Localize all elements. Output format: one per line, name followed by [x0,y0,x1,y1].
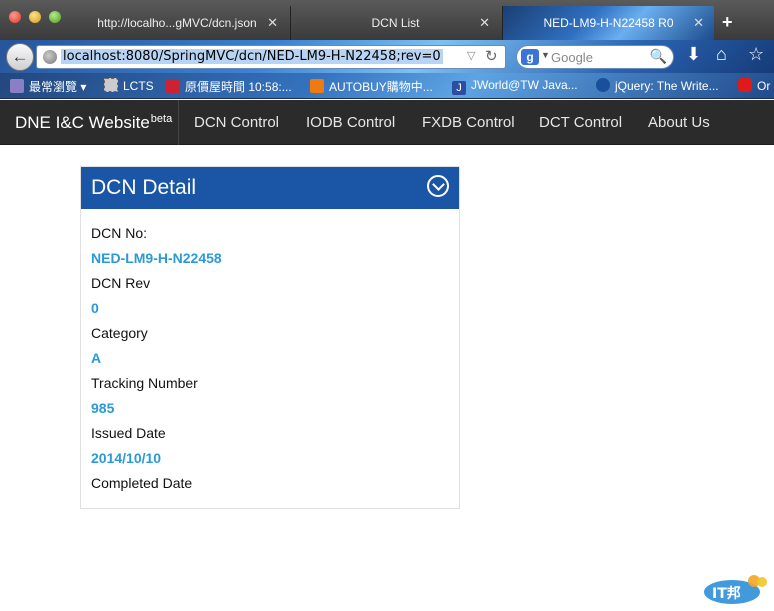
bookmark-most-visited[interactable]: 最常瀏覽 ▾ [10,78,86,95]
page-icon [104,78,118,92]
tab-close-icon[interactable]: ✕ [479,15,490,31]
close-window-icon[interactable] [9,11,21,23]
completed-date-label: Completed Date [91,475,193,491]
bookmark-lcts[interactable]: LCTS [104,78,154,93]
browser-navbar: ← localhost:8080/SpringMVC/dcn/NED-LM9-H… [0,40,774,73]
browser-tab-dcn-detail[interactable]: NED-LM9-H-N22458 R0 ✕ [502,6,714,40]
back-button[interactable]: ← [6,43,34,71]
home-icon[interactable]: ⌂ [716,44,727,65]
tab-close-icon[interactable]: ✕ [267,15,278,31]
reload-icon[interactable]: ↻ [485,47,498,65]
tracking-number-label: Tracking Number [91,375,198,391]
bookmark-jworld[interactable]: J JWorld@TW Java... [452,78,578,95]
tracking-number-value: 985 [91,400,115,416]
nav-dcn-control[interactable]: DCN Control [194,114,279,131]
search-input[interactable]: Google [551,50,593,65]
zoom-window-icon[interactable] [49,11,61,23]
search-engine-dropdown-icon[interactable]: ▼ [541,50,550,60]
bookmark-autobuy[interactable]: AUTOBUY購物中... [310,78,433,95]
folder-icon [10,79,24,93]
bookmarks-bar: 最常瀏覽 ▾ LCTS 原價屋時間 10:58:... AUTOBUY購物中..… [0,73,774,99]
j-icon: J [452,81,466,95]
search-icon[interactable]: 🔍 [650,48,667,65]
category-value: A [91,350,102,366]
globe-icon [43,50,57,64]
tab-label: http://localho...gMVC/dcn.json [97,16,257,30]
panel-heading: DCN Detail [81,167,459,209]
dcn-rev-label: DCN Rev [91,275,151,291]
dcn-rev-value: 0 [91,300,99,316]
new-tab-button[interactable]: + [722,12,733,33]
nav-dct-control[interactable]: DCT Control [539,114,622,131]
issued-date-label: Issued Date [91,425,166,441]
store-icon [166,79,180,93]
brand-beta-tag: beta [150,113,173,125]
chevron-down-icon[interactable] [427,175,449,197]
bookmark-store[interactable]: 原價屋時間 10:58:... [166,78,292,95]
nav-fxdb-control[interactable]: FXDB Control [422,114,515,131]
autobuy-icon [310,79,324,93]
url-text[interactable]: localhost:8080/SpringMVC/dcn/NED-LM9-H-N… [61,49,443,64]
dcn-detail-panel: DCN Detail DCN No: NED-LM9-H-N22458 DCN … [80,166,460,509]
search-engine-icon[interactable]: g [521,49,539,65]
issued-date-value: 2014/10/10 [91,450,162,466]
bookmark-oracle[interactable]: Or [738,78,770,93]
star-icon[interactable]: ☆ [748,44,764,65]
arrow-left-icon: ← [11,47,29,66]
nav-divider [178,100,179,145]
dropdown-arrow-icon[interactable]: ▽ [467,49,475,62]
tab-close-icon[interactable]: ✕ [693,15,704,31]
browser-tab-json[interactable]: http://localho...gMVC/dcn.json ✕ [78,6,288,40]
oracle-icon [738,78,752,92]
category-label: Category [91,325,148,341]
dcn-no-label: DCN No: [91,225,148,241]
minimize-window-icon[interactable] [29,11,41,23]
panel-title: DCN Detail [91,176,197,199]
ithome-watermark-logo: IT邦 [704,575,767,604]
site-brand[interactable]: DNE I&C Websitebeta [15,113,172,133]
tab-label: DCN List [371,16,420,30]
tab-label: NED-LM9-H-N22458 R0 [543,16,674,30]
address-bar[interactable]: localhost:8080/SpringMVC/dcn/NED-LM9-H-N… [36,45,506,69]
dcn-no-value: NED-LM9-H-N22458 [91,250,222,266]
bookmark-jquery[interactable]: jQuery: The Write... [596,78,719,93]
search-box[interactable]: g ▼ Google 🔍 [516,45,674,69]
nav-about-us[interactable]: About Us [648,114,710,131]
site-navbar: DNE I&C Websitebeta DCN Control IODB Con… [0,100,774,145]
jquery-icon [596,78,610,92]
browser-titlebar: http://localho...gMVC/dcn.json ✕ DCN Lis… [0,0,774,40]
nav-iodb-control[interactable]: IODB Control [306,114,395,131]
browser-tab-dcn-list[interactable]: DCN List ✕ [290,6,500,40]
download-icon[interactable]: ⬇ [686,44,701,65]
svg-text:IT邦: IT邦 [712,585,741,602]
